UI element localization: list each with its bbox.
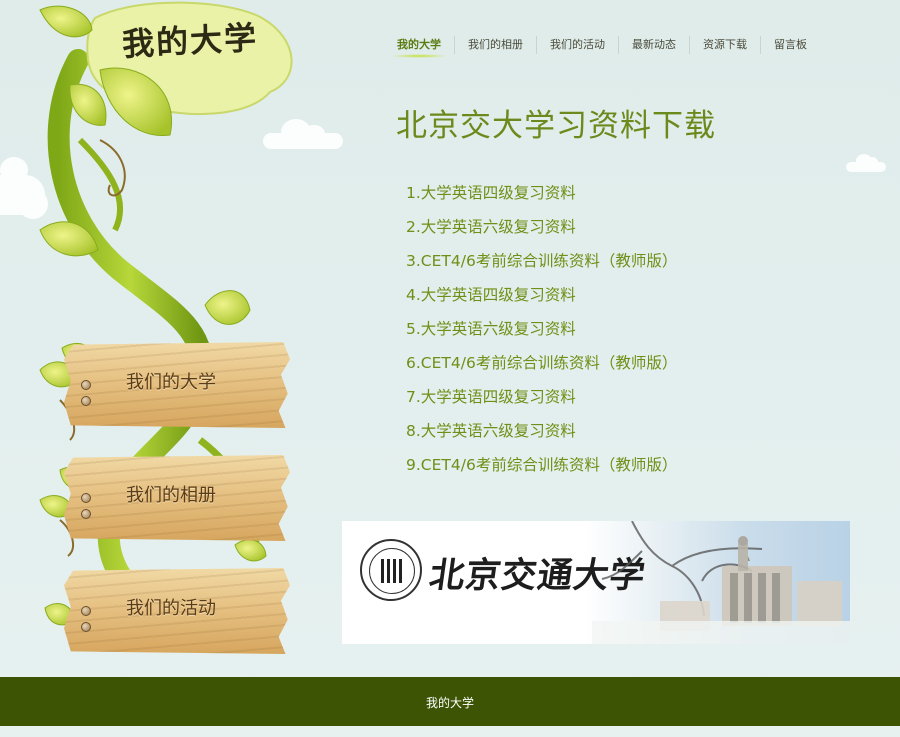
university-banner: 北京交通大学	[342, 521, 850, 644]
nail-icon	[81, 509, 91, 519]
nail-icon	[81, 396, 91, 406]
nav-item-resource-download[interactable]: 资源下载	[689, 36, 760, 54]
nav-item-message-board[interactable]: 留言板	[760, 36, 820, 54]
site-logo-title: 我的大学	[121, 18, 260, 64]
top-navigation: 我的大学 我们的相册 我们的活动 最新动态 资源下载 留言板	[384, 36, 820, 58]
side-sign-our-album[interactable]: 我们的相册	[64, 455, 290, 541]
side-sign-label: 我们的活动	[126, 598, 216, 619]
side-sign-label: 我们的大学	[126, 372, 216, 393]
nail-icon	[81, 606, 91, 616]
download-link[interactable]: 1.大学英语四级复习资料	[406, 180, 677, 214]
side-sign-our-university[interactable]: 我们的大学	[64, 342, 290, 428]
download-link[interactable]: 2.大学英语六级复习资料	[406, 214, 677, 248]
download-link[interactable]: 8.大学英语六级复习资料	[406, 418, 677, 452]
download-link[interactable]: 9.CET4/6考前综合训练资料（教师版）	[406, 452, 677, 486]
download-link[interactable]: 3.CET4/6考前综合训练资料（教师版）	[406, 248, 677, 282]
nav-item-latest-news[interactable]: 最新动态	[618, 36, 689, 54]
nail-icon	[81, 380, 91, 390]
download-link[interactable]: 7.大学英语四级复习资料	[406, 384, 677, 418]
download-link[interactable]: 4.大学英语四级复习资料	[406, 282, 677, 316]
cloud-decoration	[846, 154, 886, 172]
download-link[interactable]: 5.大学英语六级复习资料	[406, 316, 677, 350]
side-sign-label: 我们的相册	[126, 485, 216, 506]
download-link[interactable]: 6.CET4/6考前综合训练资料（教师版）	[406, 350, 677, 384]
footer-bar: 我的大学	[0, 677, 900, 726]
campus-photo	[592, 521, 850, 644]
footer-text: 我的大学	[425, 696, 474, 710]
nav-item-my-university[interactable]: 我的大学	[384, 36, 454, 58]
nail-icon	[81, 493, 91, 503]
page-title: 北京交大学习资料下载	[396, 108, 716, 144]
nav-item-our-album[interactable]: 我们的相册	[454, 36, 536, 54]
download-list: 1.大学英语四级复习资料 2.大学英语六级复习资料 3.CET4/6考前综合训练…	[406, 180, 677, 486]
bottom-strip	[0, 726, 900, 737]
nail-icon	[81, 622, 91, 632]
nav-item-our-activities[interactable]: 我们的活动	[536, 36, 618, 54]
side-sign-our-activities[interactable]: 我们的活动	[64, 568, 290, 654]
